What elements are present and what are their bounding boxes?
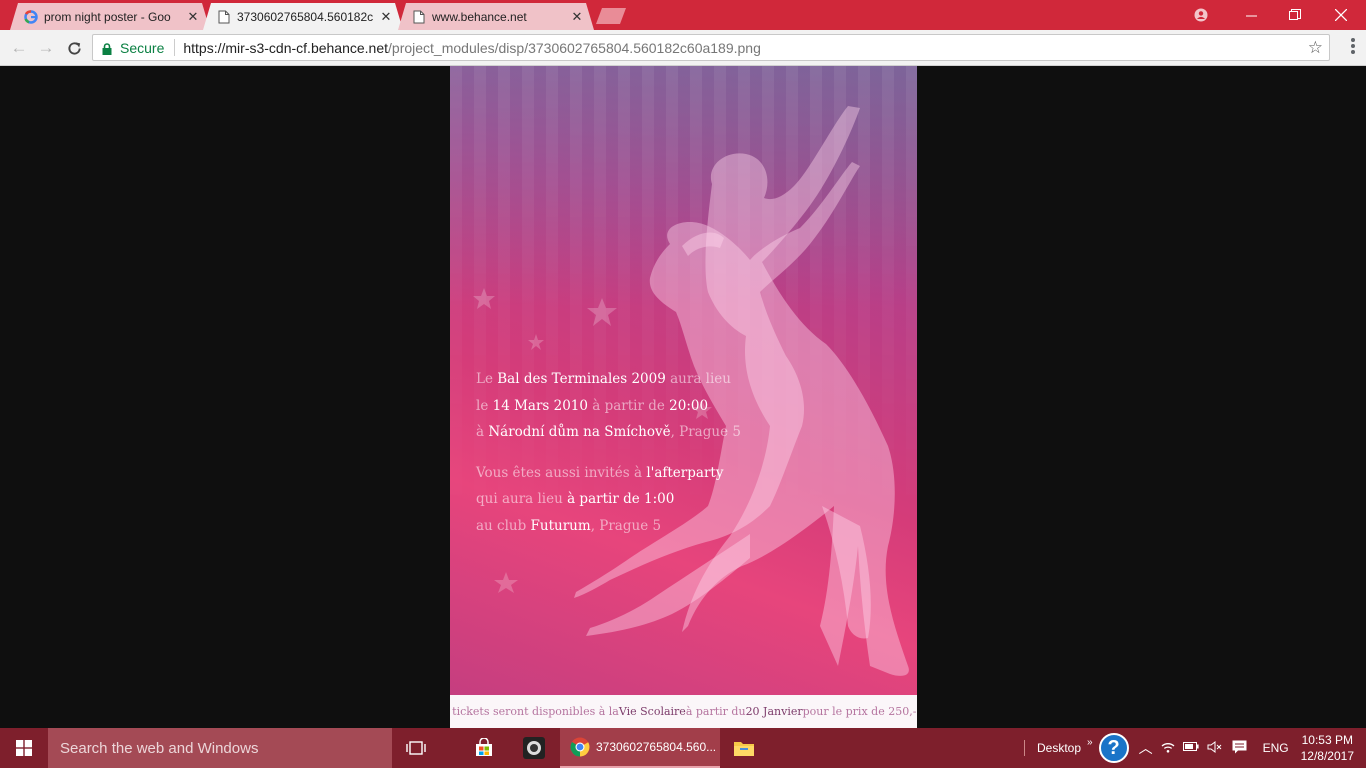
webcam-app-button[interactable] [510, 728, 558, 768]
chrome-icon [570, 737, 590, 757]
minimize-button[interactable] [1228, 0, 1274, 30]
poster-line: Le Bal des Terminales 2009 aura lieu [476, 371, 731, 387]
divider [1024, 740, 1025, 756]
close-window-button[interactable] [1318, 0, 1364, 30]
poster-line: qui aura lieu à partir de 1:00 [476, 491, 675, 507]
chrome-menu-button[interactable] [1351, 38, 1355, 56]
page-icon [412, 10, 426, 24]
restore-button[interactable] [1272, 0, 1318, 30]
tab-title: prom night poster - Goo [44, 9, 171, 24]
clock-time: 10:53 PM [1301, 733, 1353, 747]
image-viewer: Le Bal des Terminales 2009 aura lieu le … [0, 66, 1366, 728]
close-icon[interactable]: ✕ [570, 9, 584, 25]
lock-icon [102, 42, 112, 55]
bookmark-star-icon[interactable]: ☆ [1308, 38, 1323, 58]
chevron-double-icon[interactable]: » [1087, 737, 1093, 748]
google-icon [24, 10, 38, 24]
wifi-icon[interactable] [1161, 741, 1175, 756]
dancers-silhouette [473, 106, 909, 676]
profile-icon[interactable] [1178, 0, 1224, 30]
poster-line: le 14 Mars 2010 à partir de 20:00 [476, 398, 709, 414]
system-tray: Desktop » ? ︿ ENG [1024, 728, 1289, 768]
webcam-icon [523, 737, 545, 759]
task-view-icon [406, 741, 426, 755]
tab-google-search[interactable]: prom night poster - Goo ✕ [10, 3, 210, 30]
address-bar[interactable]: Secure https://mir-s3-cdn-cf.behance.net… [92, 34, 1330, 61]
prom-poster-image: Le Bal des Terminales 2009 aura lieu le … [450, 66, 917, 728]
help-icon[interactable]: ? [1098, 733, 1129, 763]
url-path: /project_modules/disp/3730602765804.5601… [388, 39, 761, 56]
forward-button[interactable]: → [35, 37, 57, 59]
browser-titlebar: prom night poster - Goo ✕ 3730602765804.… [0, 0, 1366, 30]
close-icon[interactable]: ✕ [186, 9, 200, 25]
store-button[interactable] [460, 728, 508, 768]
reload-button[interactable] [63, 37, 85, 59]
page-icon [217, 10, 231, 24]
browser-toolbar: ← → Secure https://mir-s3-cdn-cf.behance… [0, 30, 1366, 66]
task-view-button[interactable] [392, 728, 440, 768]
close-icon[interactable]: ✕ [379, 9, 393, 25]
language-indicator[interactable]: ENG [1263, 741, 1289, 755]
folder-icon [734, 742, 754, 756]
desktop-toolbar-label[interactable]: Desktop [1037, 741, 1081, 755]
windows-logo-icon [16, 740, 32, 756]
tab-title: www.behance.net [432, 9, 527, 24]
reload-icon [67, 41, 81, 55]
taskbar-clock[interactable]: 10:53 PM 12/8/2017 [1301, 732, 1354, 764]
poster-line: à Národní dům na Smíchově, Prague 5 [476, 424, 741, 440]
store-icon [476, 738, 492, 756]
clock-date: 12/8/2017 [1300, 749, 1354, 763]
poster-line: Vous êtes aussi invités à l'afterparty [476, 465, 724, 481]
secure-label: Secure [120, 39, 165, 56]
tab-poster-image[interactable]: 3730602765804.560182c ✕ [203, 3, 403, 30]
back-button[interactable]: ← [8, 37, 30, 59]
new-tab-button[interactable] [596, 8, 626, 24]
poster-footer: Les tickets seront disponibles à la Vie … [450, 695, 917, 728]
taskbar-chrome-window[interactable]: 3730602765804.560... [560, 728, 720, 768]
taskbar-window-title: 3730602765804.560... [596, 740, 717, 754]
volume-muted-icon[interactable] [1207, 740, 1222, 756]
start-button[interactable] [0, 728, 48, 768]
url-host: https://mir-s3-cdn-cf.behance.net [183, 39, 389, 56]
taskbar-search-box[interactable]: Search the web and Windows [48, 728, 392, 768]
chevron-up-icon[interactable]: ︿ [1139, 738, 1153, 758]
action-center-icon[interactable] [1232, 740, 1247, 757]
tab-behance[interactable]: www.behance.net ✕ [398, 3, 594, 30]
battery-icon[interactable] [1182, 741, 1199, 755]
tab-title: 3730602765804.560182c [237, 9, 373, 24]
file-explorer-button[interactable] [720, 728, 768, 768]
separator [174, 39, 176, 56]
windows-taskbar: Search the web and Windows 3730602765804… [0, 728, 1366, 768]
poster-line: au club Futurum, Prague 5 [476, 518, 662, 534]
